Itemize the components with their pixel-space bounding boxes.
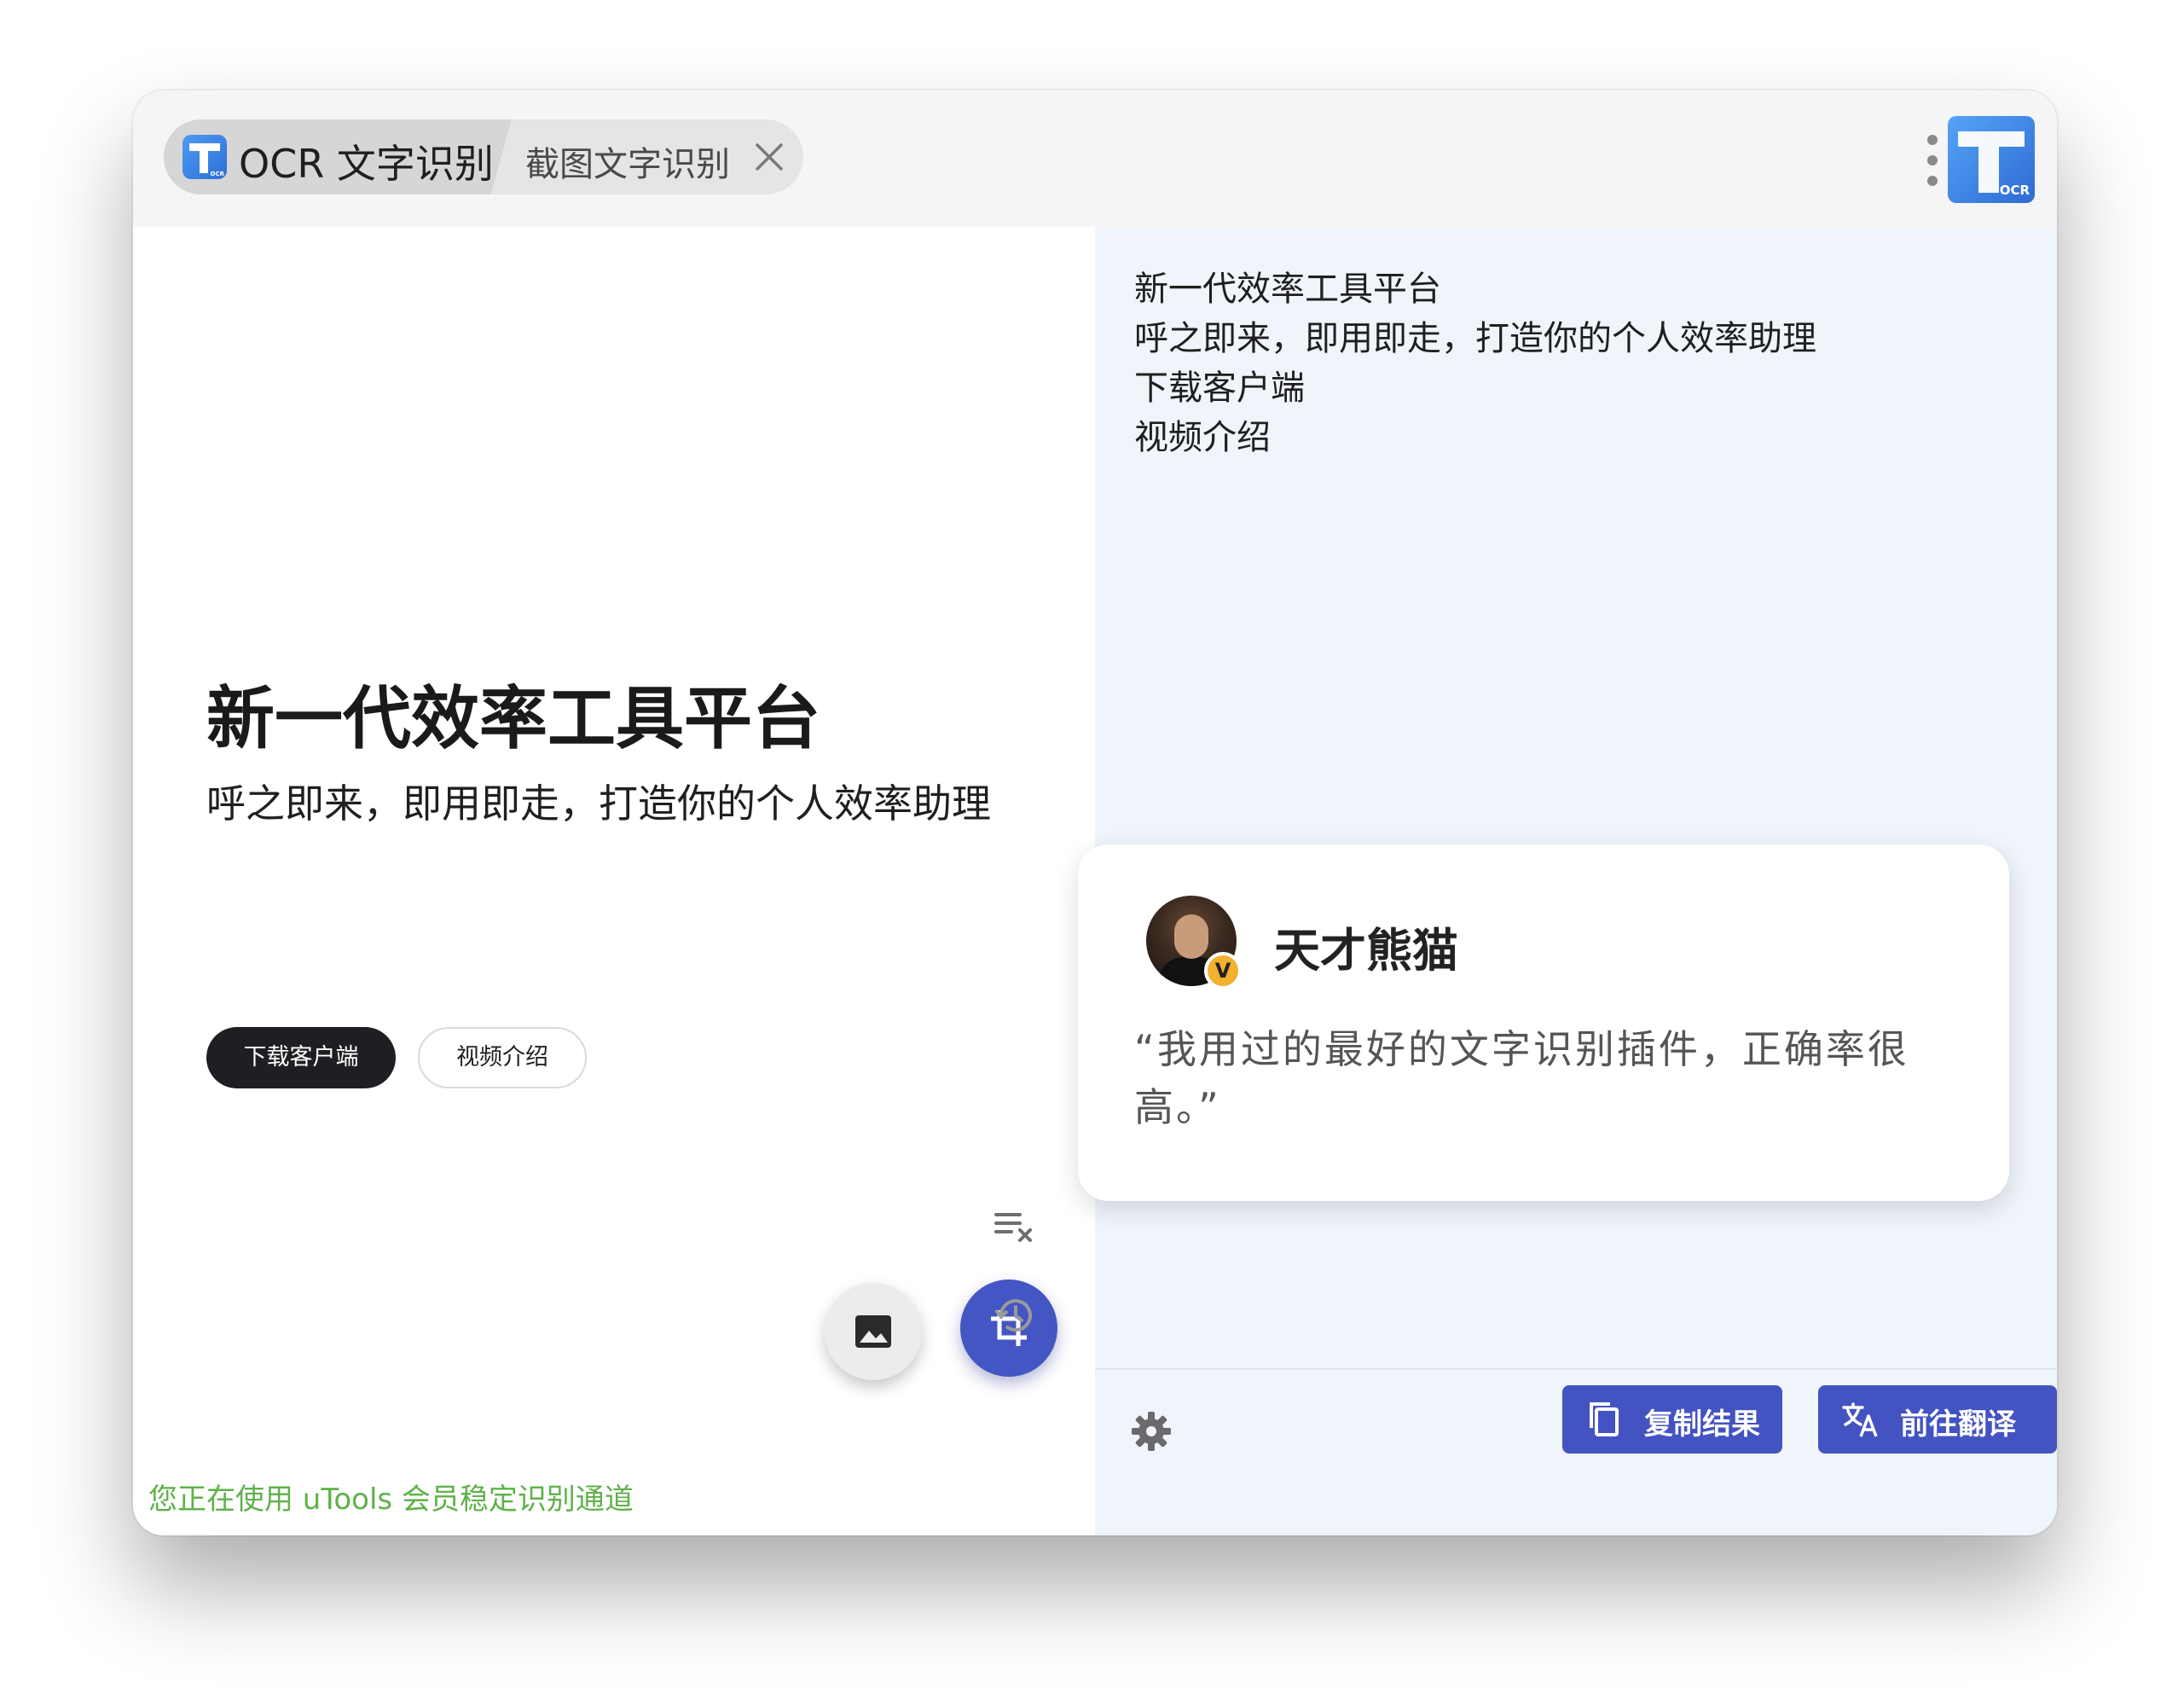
more-vert-icon[interactable]	[1922, 133, 1943, 188]
result-line: 呼之即来，即用即走，打造你的个人效率助理	[1134, 319, 1816, 358]
reviewer-name: 天才熊猫	[1274, 924, 1458, 978]
status-text: 您正在使用 uTools 会员稳定识别通道	[148, 1483, 634, 1517]
copy-icon	[1590, 1402, 1619, 1436]
settings-gear-icon[interactable]	[1129, 1409, 1173, 1454]
close-icon[interactable]	[752, 140, 786, 174]
result-line: 视频介绍	[1134, 418, 1271, 457]
download-client-button: 下载客户端	[206, 1027, 396, 1088]
title-bar: OCR OCR 文字识别 截图文字识别 OCR	[133, 90, 2057, 227]
ocr-logo-label: OCR	[210, 171, 224, 177]
verified-badge: V	[1204, 952, 1242, 989]
preview-heading: 新一代效率工具平台	[206, 679, 820, 758]
result-line: 新一代效率工具平台	[1134, 270, 1441, 309]
image-icon	[855, 1315, 891, 1348]
copy-result-button[interactable]: 复制结果	[1562, 1385, 1782, 1454]
app-logo-label: OCR	[1999, 183, 2030, 198]
review-card: V 天才熊猫 “我用过的最好的文字识别插件，正确率很高。”	[1078, 844, 2009, 1201]
clear-list-icon[interactable]	[989, 1201, 1040, 1252]
tab-ocr-label: OCR 文字识别	[239, 141, 494, 187]
tab-strip: OCR OCR 文字识别 截图文字识别	[164, 119, 803, 194]
app-window: OCR OCR 文字识别 截图文字识别 OCR 新一代效率工具平台 呼之即来，即…	[133, 90, 2057, 1535]
result-text[interactable]: 新一代效率工具平台 呼之即来，即用即走，打造你的个人效率助理 下载客户端 视频介…	[1134, 264, 1816, 462]
history-icon[interactable]	[989, 1290, 1040, 1341]
ocr-logo-icon: OCR	[182, 135, 227, 179]
translate-label: 前往翻译	[1900, 1407, 2016, 1442]
result-line: 下载客户端	[1134, 368, 1305, 408]
review-quote: “我用过的最好的文字识别插件，正确率很高。”	[1134, 1026, 1909, 1130]
app-logo-icon[interactable]: OCR	[1948, 116, 2035, 203]
tab-screenshot-ocr[interactable]: 截图文字识别	[525, 136, 730, 186]
video-intro-button: 视频介绍	[418, 1027, 587, 1088]
translate-button[interactable]: 前往翻译	[1818, 1385, 2057, 1454]
copy-result-label: 复制结果	[1644, 1407, 1760, 1442]
translate-icon	[1842, 1402, 1878, 1437]
pick-image-button[interactable]	[825, 1283, 922, 1380]
image-preview-panel: 新一代效率工具平台 呼之即来，即用即走，打造你的个人效率助理 下载客户端 视频介…	[133, 227, 1095, 1535]
preview-subheading: 呼之即来，即用即走，打造你的个人效率助理	[206, 780, 991, 827]
